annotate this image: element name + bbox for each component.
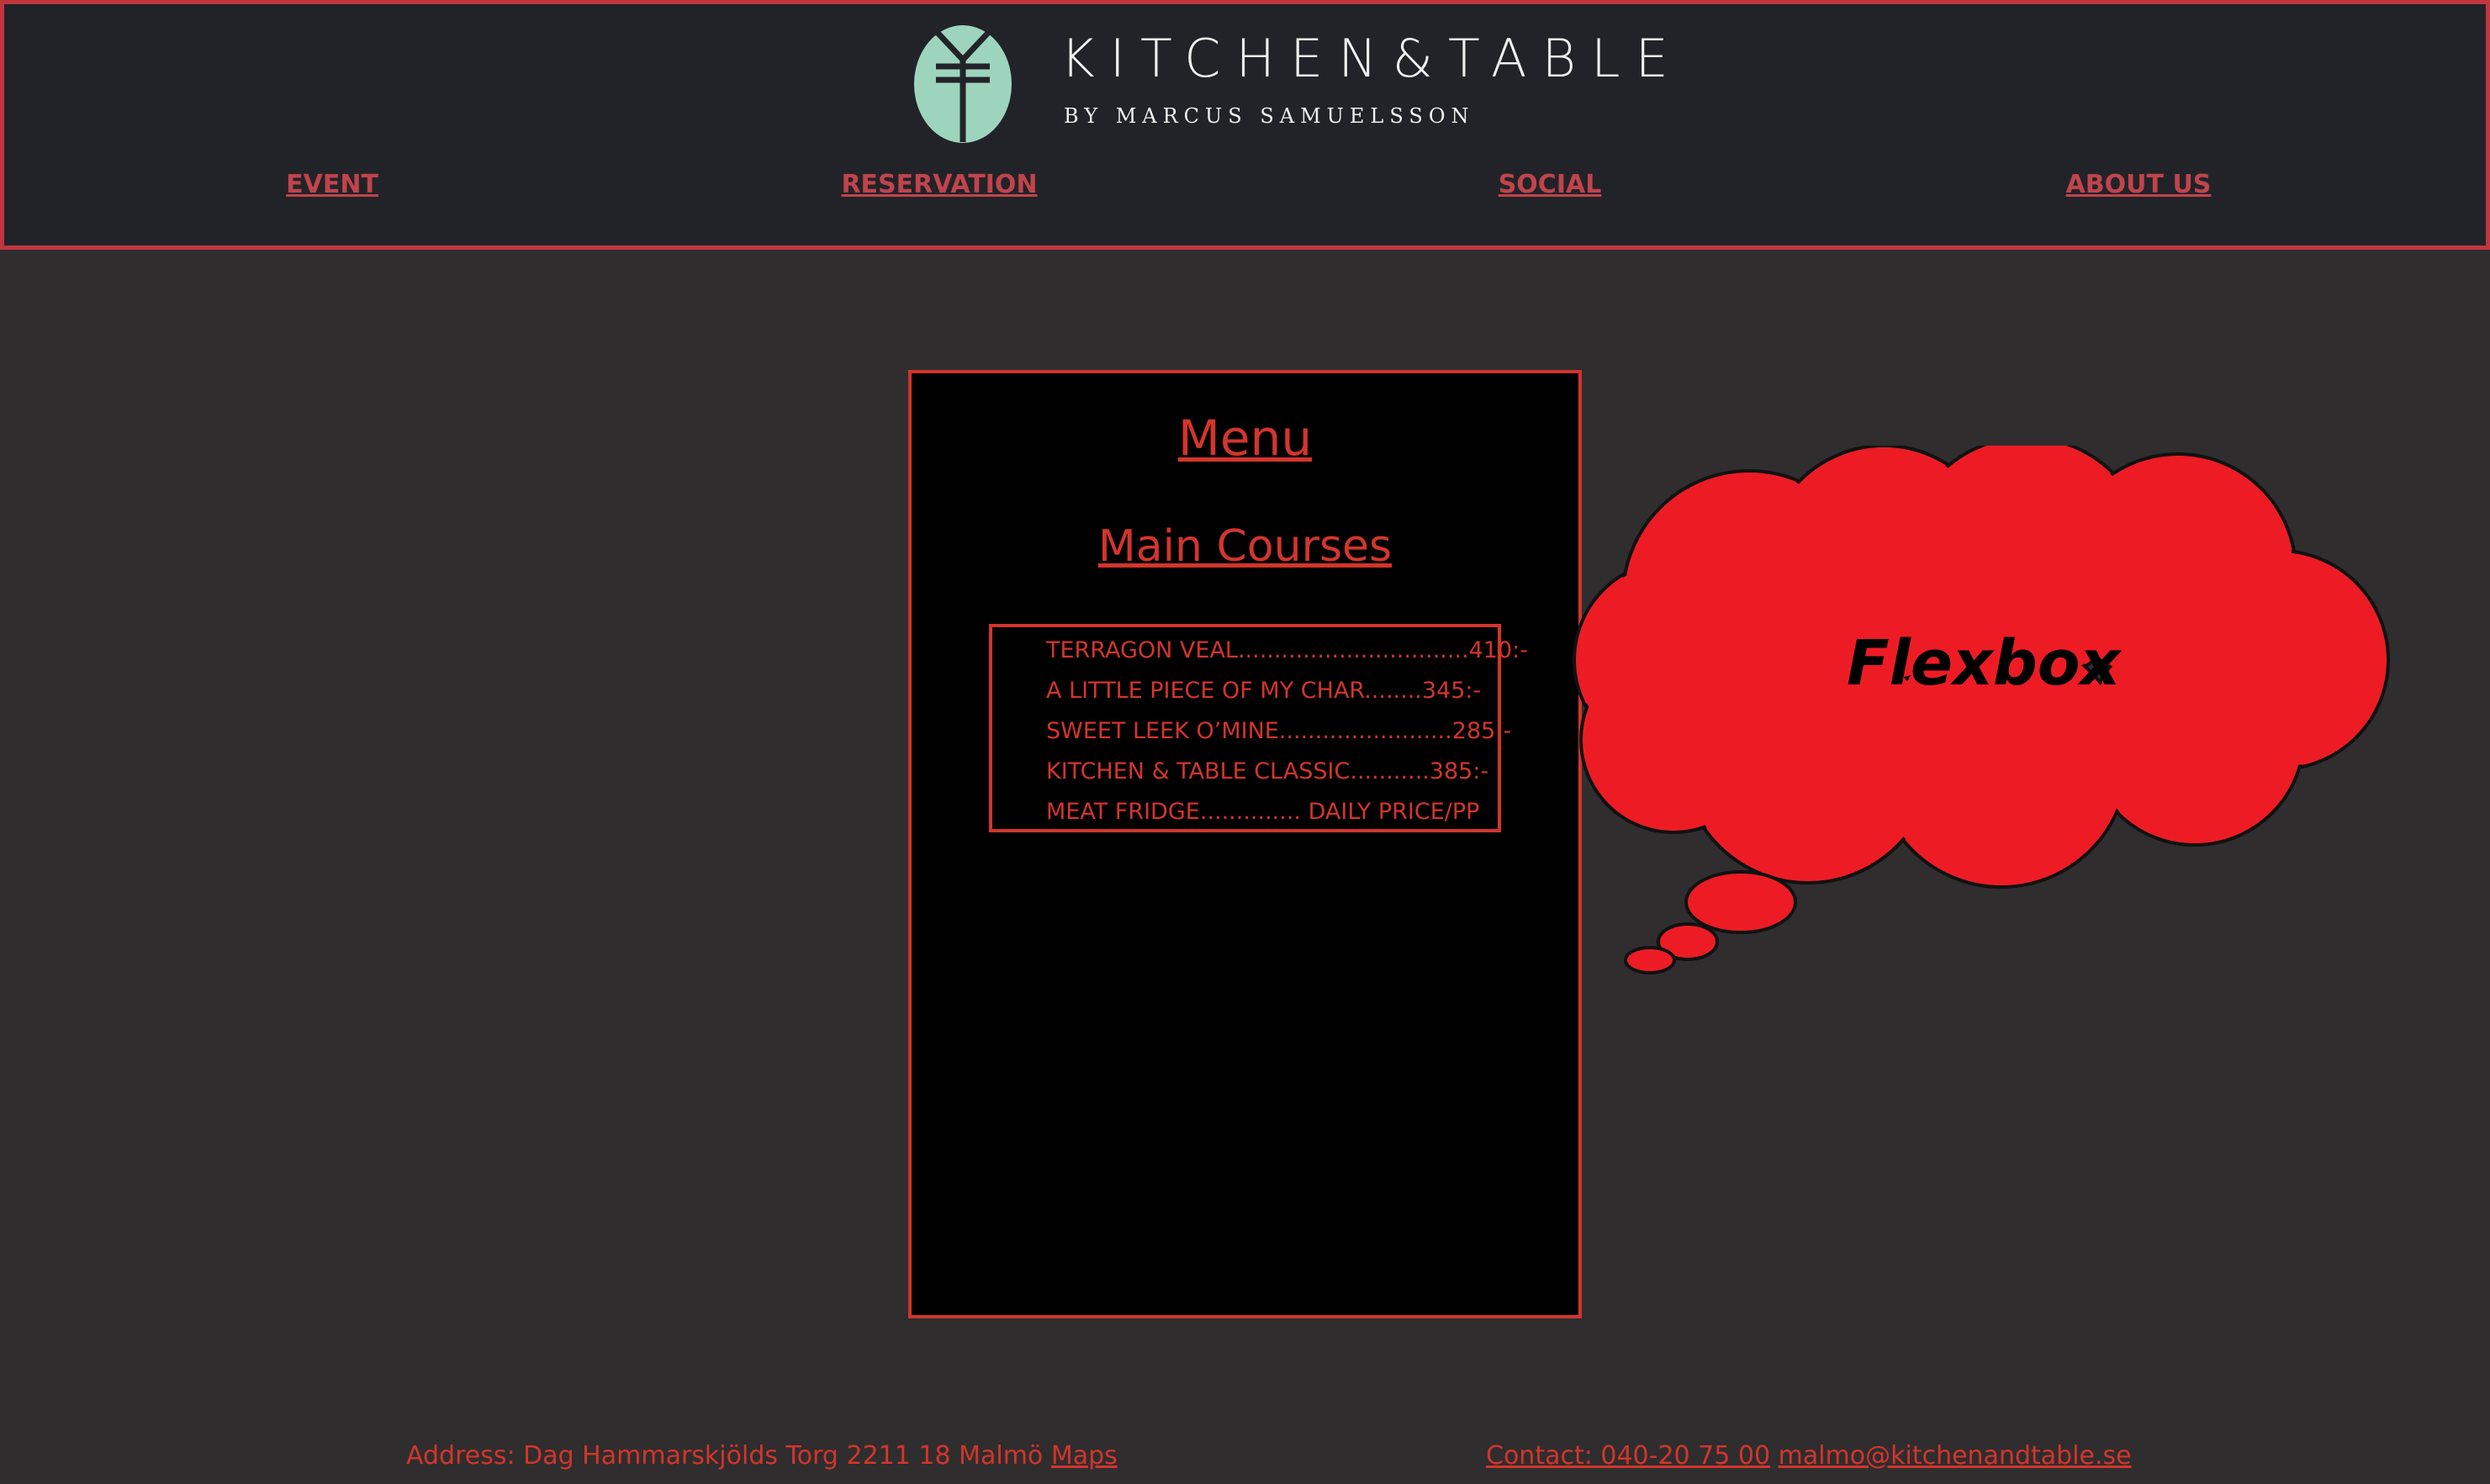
contact-email-link[interactable]: malmo@kitchenandtable.se <box>1779 1441 2132 1471</box>
maps-link[interactable]: Maps <box>1051 1441 1118 1471</box>
menu-panel: Menu Main Courses TERRAGON VEAL.........… <box>908 370 1582 1318</box>
callout-text: Flexbox <box>1847 627 2121 700</box>
site-header: KITCHEN&TABLE BY MARCUS SAMUELSSON EVENT… <box>0 0 2490 250</box>
address-text: Address: Dag Hammarskjölds Torg 2211 18 … <box>406 1441 1044 1471</box>
logo-emblem-icon <box>914 25 1012 143</box>
nav-link-reservation[interactable]: RESERVATION <box>841 172 1037 198</box>
nav-link-social[interactable]: SOCIAL <box>1499 172 1602 198</box>
menu-items-list: TERRAGON VEAL...........................… <box>989 624 1528 832</box>
menu-section-title: Main Courses <box>1097 521 1393 572</box>
menu-title: Menu <box>1177 409 1313 467</box>
brand-subtitle: BY MARCUS SAMUELSSON <box>1064 104 1475 128</box>
nav-link-about-us[interactable]: ABOUT US <box>2066 172 2212 198</box>
contact-phone-link[interactable]: Contact: 040-20 75 00 <box>1486 1441 1770 1471</box>
menu-item: MEAT FRIDGE.............. DAILY PRICE/PP <box>1046 799 1480 825</box>
nav-link-event[interactable]: EVENT <box>286 172 378 198</box>
footer-contact: Contact: 040-20 75 00 malmo@kitchenandta… <box>1486 1444 2132 1469</box>
menu-item: A LITTLE PIECE OF MY CHAR........345:- <box>1046 678 1482 704</box>
menu-item: SWEET LEEK O’MINE.......................… <box>1046 718 1512 744</box>
footer-address: Address: Dag Hammarskjölds Torg 2211 18 … <box>406 1444 1118 1469</box>
brand-logo[interactable]: KITCHEN&TABLE BY MARCUS SAMUELSSON <box>912 24 1668 146</box>
menu-item: TERRAGON VEAL...........................… <box>1046 637 1528 663</box>
thought-cloud-icon <box>1573 446 2390 974</box>
menu-item: KITCHEN & TABLE CLASSIC...........385:- <box>1046 758 1489 784</box>
brand-title: KITCHEN&TABLE <box>1060 28 1684 89</box>
